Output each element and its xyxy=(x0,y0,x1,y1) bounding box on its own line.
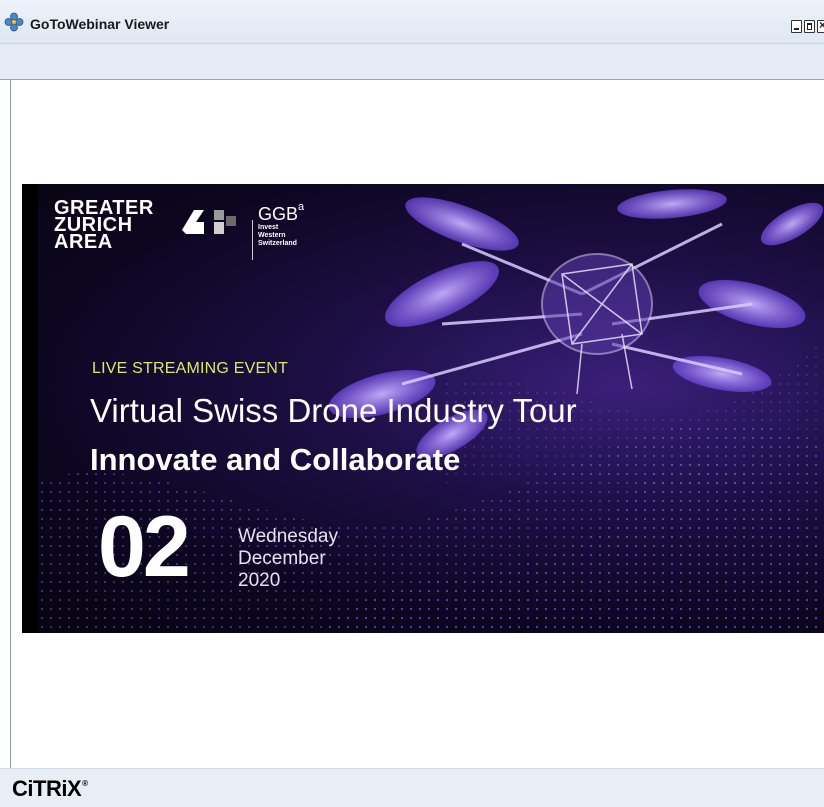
ggb-logo-subtitle: Invest Western Switzerland xyxy=(258,224,297,248)
event-label: LIVE STREAMING EVENT xyxy=(92,360,289,377)
ggb-sub-line-3: Switzerland xyxy=(258,240,297,247)
slide-left-band xyxy=(22,184,38,633)
ggb-sub-line-1: Invest xyxy=(258,224,279,231)
citrix-registered-mark: ® xyxy=(82,779,88,788)
ggb-divider xyxy=(252,220,253,260)
viewer-toolbar xyxy=(0,44,824,80)
citrix-logo-text: CiTRiX xyxy=(12,776,82,801)
event-weekday: Wednesday xyxy=(238,526,338,547)
logo-gza-line-3: AREA xyxy=(54,231,113,253)
slide-headline: Virtual Swiss Drone Industry Tour xyxy=(90,392,577,429)
citrix-logo: CiTRiX® xyxy=(12,776,88,802)
event-month: December xyxy=(238,548,326,569)
ggb-sub-line-2: Western xyxy=(258,232,286,239)
ggb-logo-name: GGB xyxy=(258,204,299,224)
event-day-number: 02 xyxy=(98,499,191,595)
ggb-logo-superscript: a xyxy=(298,201,305,213)
window-title: GoToWebinar Viewer xyxy=(30,16,170,32)
shared-slide: GREATER ZURICH AREA GGBa Invest Western … xyxy=(22,184,824,633)
close-icon[interactable] xyxy=(817,20,824,33)
event-year: 2020 xyxy=(238,570,281,591)
window-titlebar: GoToWebinar Viewer xyxy=(0,0,824,44)
viewer-footer: CiTRiX® xyxy=(0,768,824,807)
ggb-logo-mark-icon xyxy=(182,210,236,234)
gotowebinar-flower-icon xyxy=(4,12,24,32)
maximize-icon[interactable] xyxy=(804,20,815,33)
greater-zurich-area-logo: GREATER ZURICH AREA xyxy=(54,198,154,253)
event-date: Wednesday December 2020 xyxy=(238,526,338,592)
ggb-logo-text: GGBa xyxy=(258,201,305,225)
minimize-icon[interactable] xyxy=(791,20,802,33)
slide-subheadline: Innovate and Collaborate xyxy=(90,442,461,477)
